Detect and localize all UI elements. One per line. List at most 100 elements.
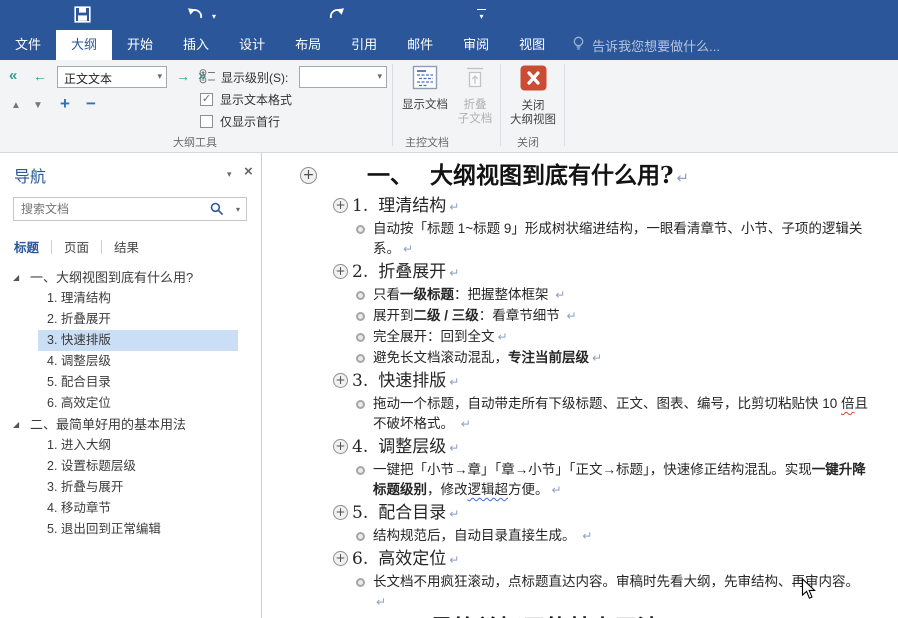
text-run: 只看 <box>373 287 400 302</box>
expand-plus-icon[interactable]: + <box>333 551 348 566</box>
expand-plus-icon[interactable]: + <box>333 439 348 454</box>
search-input[interactable] <box>19 200 189 218</box>
paragraph-mark: ↵ <box>676 169 689 187</box>
chevron-down-icon: ▾ <box>157 71 162 82</box>
save-icon[interactable] <box>74 6 91 28</box>
nav-item[interactable]: 4. 移动章节 <box>0 498 260 519</box>
search-box: ▾ <box>13 197 247 221</box>
collapse-triangle-icon[interactable]: ◢ <box>13 414 19 435</box>
document-area[interactable]: +一、大纲视图到底有什么用?↵+1.理清结构↵自动按「标题 1~标题 9」形成树… <box>263 153 898 618</box>
tell-me-box[interactable]: 告诉我您想要做什么... <box>572 30 720 60</box>
expand-plus-icon[interactable]: + <box>333 264 348 279</box>
nav-item[interactable]: 2. 折叠展开 <box>0 309 260 330</box>
nav-item-label: 6. 高效定位 <box>47 396 111 410</box>
paragraph-mark: ↵ <box>555 288 565 302</box>
paragraph-mark: ↵ <box>592 351 602 365</box>
tab-view[interactable]: 视图 <box>504 30 560 60</box>
body-bullet-icon[interactable] <box>356 400 365 409</box>
tab-insert[interactable]: 插入 <box>168 30 224 60</box>
expand-plus-icon[interactable]: + <box>333 505 348 520</box>
tab-layout[interactable]: 布局 <box>280 30 336 60</box>
heading-text: 调整层级 <box>378 437 446 457</box>
tab-outline[interactable]: 大纲 <box>56 30 112 60</box>
first-line-only-checkbox[interactable]: 仅显示首行 <box>200 113 280 130</box>
show-text-format-label: 显示文本格式 <box>220 91 292 108</box>
customize-quick-access-icon[interactable]: ▾ <box>477 9 486 21</box>
outline-h2: +3.快速排版↵ <box>300 370 870 393</box>
body-bullet-icon[interactable] <box>356 225 365 234</box>
outline-body: 长文档不用疯狂滚动，点标题直达内容。审稿时先看大纲，先审结构、再审内容。↵ <box>300 572 870 612</box>
outline-h2: +5.配合目录↵ <box>300 502 870 525</box>
body-text: 完全展开：回到全文↵ <box>373 329 508 344</box>
redo-icon[interactable] <box>328 6 346 26</box>
body-bullet-icon[interactable] <box>356 312 365 321</box>
outline-h2: +1.理清结构↵ <box>300 195 870 218</box>
body-text: 一键把「小节→章」「章→小节」「正文→标题」，快速修正结构混乱。实现一键升降标题… <box>373 462 866 497</box>
body-bullet-icon[interactable] <box>356 291 365 300</box>
outline-body: 结构规范后，自动目录直接生成。 ↵ <box>300 526 870 546</box>
show-level-dropdown[interactable]: ▾ <box>299 66 387 88</box>
nav-item[interactable]: 2. 设置标题层级 <box>0 456 260 477</box>
nav-item[interactable]: 1. 理清结构 <box>0 288 260 309</box>
heading-text: 高效定位 <box>378 549 446 569</box>
nav-item[interactable]: 5. 配合目录 <box>0 372 260 393</box>
nav-tab-results[interactable]: 结果 <box>113 237 140 256</box>
move-up-icon[interactable]: ▲ <box>11 100 21 112</box>
outline-level-dropdown[interactable]: 正文文本 ▾ <box>57 66 167 88</box>
text-run: 方便。 <box>508 482 549 497</box>
collapse-subdocuments-button[interactable]: 折叠 子文档 <box>452 63 498 126</box>
tab-design[interactable]: 设计 <box>224 30 280 60</box>
navigation-close-icon[interactable]: × <box>244 163 253 180</box>
search-dropdown-icon[interactable]: ▾ <box>236 205 240 214</box>
nav-tab-headings[interactable]: 标题 <box>13 237 40 256</box>
outline-body: 只看一级标题：把握整体框架 ↵ <box>300 285 870 305</box>
expand-plus-icon[interactable]: + <box>333 373 348 388</box>
nav-item[interactable]: 1. 进入大纲 <box>0 435 260 456</box>
promote-icon[interactable]: ← <box>33 68 47 84</box>
tab-home[interactable]: 开始 <box>112 30 168 60</box>
nav-item[interactable]: ◢一、大纲视图到底有什么用? <box>0 267 260 288</box>
collapse-triangle-icon[interactable]: ◢ <box>13 267 19 288</box>
show-text-format-checkbox[interactable]: ✓ 显示文本格式 <box>200 91 292 108</box>
promote-to-heading1-icon[interactable]: « <box>9 68 17 84</box>
expand-icon[interactable]: + <box>60 96 70 112</box>
show-document-button[interactable]: 显示文档 <box>396 63 454 112</box>
demote-icon[interactable]: → <box>176 68 190 84</box>
nav-item[interactable]: 3. 快速排版 <box>0 330 260 351</box>
tab-file[interactable]: 文件 <box>0 30 56 60</box>
body-bullet-icon[interactable] <box>356 532 365 541</box>
chevron-down-icon: ▾ <box>377 71 382 82</box>
nav-item[interactable]: 4. 调整层级 <box>0 351 260 372</box>
tab-review[interactable]: 审阅 <box>448 30 504 60</box>
nav-item[interactable]: 5. 退出回到正常编辑 <box>0 519 260 540</box>
expand-plus-icon[interactable]: + <box>333 198 348 213</box>
outline-h2: +4.调整层级↵ <box>300 436 870 459</box>
nav-item[interactable]: ◢二、最简单好用的基本用法 <box>0 414 260 435</box>
collapse-icon[interactable]: − <box>86 96 96 112</box>
text-run: 避免长文档滚动混乱， <box>373 350 508 365</box>
expand-plus-icon[interactable]: + <box>300 167 317 184</box>
tab-references[interactable]: 引用 <box>336 30 392 60</box>
outline-body: 避免长文档滚动混乱，专注当前层级↵ <box>300 348 870 368</box>
navigation-menu-icon[interactable]: ▾ <box>227 169 232 180</box>
tab-mailings[interactable]: 邮件 <box>392 30 448 60</box>
body-bullet-icon[interactable] <box>356 333 365 342</box>
move-down-icon[interactable]: ▼ <box>33 100 43 112</box>
close-outline-view-button[interactable]: 关闭 大纲视图 <box>504 63 562 127</box>
paragraph-mark: ↵ <box>403 242 413 256</box>
nav-item-label: 2. 折叠展开 <box>47 312 111 326</box>
nav-item[interactable]: 6. 高效定位 <box>0 393 260 414</box>
text-run: 拖动一个标题，自动带走所有下级标题、正文、图表、编号，比剪切粘贴快 10 <box>373 396 841 411</box>
search-icon[interactable] <box>210 202 224 221</box>
undo-dropdown-icon[interactable]: ▾ <box>212 12 216 21</box>
first-line-only-label: 仅显示首行 <box>220 113 280 130</box>
heading-text: 快速排版 <box>378 371 446 391</box>
body-bullet-icon[interactable] <box>356 354 365 363</box>
nav-item[interactable]: 3. 折叠与展开 <box>0 477 260 498</box>
heading-number: 一、 <box>367 162 413 189</box>
nav-tab-pages[interactable]: 页面 <box>63 237 90 256</box>
ribbon-tab-row: 文件大纲开始插入设计布局引用邮件审阅视图 告诉我您想要做什么... <box>0 30 898 60</box>
body-bullet-icon[interactable] <box>356 466 365 475</box>
undo-icon[interactable] <box>186 6 204 26</box>
body-bullet-icon[interactable] <box>356 578 365 587</box>
